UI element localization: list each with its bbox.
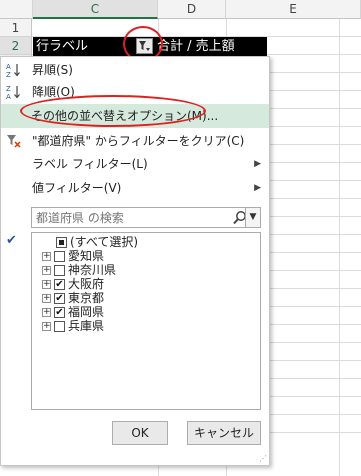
row-header[interactable]: 1	[0, 19, 32, 37]
submenu-arrow-icon: ▶	[254, 183, 261, 193]
list-item[interactable]: + 愛知県	[32, 249, 260, 264]
checkbox[interactable]	[54, 265, 65, 276]
list-item[interactable]: + ✔ 大阪府	[32, 277, 260, 292]
sum-sales-header-cell[interactable]: 合計 / 売上額	[155, 37, 267, 56]
sort-ascending-item[interactable]: AZ 昇順(S)	[1, 59, 269, 81]
filter-value-list: (すべて選択) + 愛知県 + 神奈川県 + ✔ 大阪府 + ✔ 東京都 + ✔ 福岡県 + 兵庫県	[31, 232, 261, 410]
select-all-corner[interactable]	[0, 0, 33, 19]
expand-icon[interactable]: +	[42, 266, 51, 275]
expand-icon[interactable]: +	[42, 308, 51, 317]
clear-filter-label: "都道府県" からフィルターをクリア(C)	[32, 134, 245, 148]
checkbox[interactable]	[54, 251, 65, 262]
list-item-label: 大阪府	[68, 277, 105, 291]
label-filter-item[interactable]: ラベル フィルター(L) ▶	[1, 153, 269, 175]
clear-filter-item[interactable]: "都道府県" からフィルターをクリア(C)	[1, 130, 269, 152]
checkbox[interactable]: ✔	[54, 279, 65, 290]
list-item[interactable]: + ✔ 東京都	[32, 291, 260, 306]
search-box: ▼	[31, 207, 261, 228]
list-item-label: 神奈川県	[68, 263, 117, 277]
checkbox[interactable]: ✔	[54, 307, 65, 318]
sort-a-to-z-icon: AZ	[6, 62, 22, 79]
list-item[interactable]: + 神奈川県	[32, 263, 260, 278]
svg-text:A: A	[6, 93, 11, 100]
list-item-label: 愛知県	[68, 249, 105, 263]
svg-text:A: A	[6, 63, 11, 71]
submenu-arrow-icon: ▶	[254, 159, 261, 169]
row-label-header-text: 行ラベル	[36, 39, 89, 54]
expand-icon[interactable]: +	[42, 322, 51, 331]
sort-ascending-label: 昇順(S)	[32, 63, 73, 77]
expand-icon[interactable]: +	[42, 252, 51, 261]
column-header-e[interactable]: E	[226, 0, 361, 19]
label-filter-label: ラベル フィルター(L)	[32, 157, 148, 171]
checkmark-icon: ✔	[6, 233, 17, 248]
svg-text:Z: Z	[6, 85, 11, 93]
column-header-c[interactable]: C	[33, 0, 158, 19]
list-item[interactable]: (すべて選択)	[32, 235, 260, 250]
list-item[interactable]: + 兵庫県	[32, 319, 260, 334]
checkbox[interactable]: ✔	[54, 293, 65, 304]
list-item-label: 東京都	[68, 291, 105, 305]
checkbox[interactable]	[54, 321, 65, 332]
sort-z-to-a-icon: ZA	[6, 84, 22, 101]
expand-icon[interactable]: +	[42, 294, 51, 303]
checkbox[interactable]	[56, 237, 67, 248]
list-item-label: 兵庫県	[68, 319, 105, 333]
resize-grip-icon[interactable]: ⋰	[259, 455, 267, 463]
row-header[interactable]: 2	[0, 37, 32, 55]
annotation-circle-more-sort-options	[20, 95, 206, 127]
gridline	[339, 19, 340, 476]
search-input[interactable]	[34, 209, 230, 226]
column-header-d[interactable]: D	[158, 0, 226, 19]
sum-sales-header-text: 合計 / 売上額	[157, 39, 235, 54]
list-item[interactable]: + ✔ 福岡県	[32, 305, 260, 320]
value-filter-label: 値フィルター(V)	[32, 181, 122, 195]
chevron-down-icon[interactable]: ▼	[245, 208, 260, 227]
clear-filter-icon	[6, 133, 22, 149]
value-filter-item[interactable]: 値フィルター(V) ▶	[1, 177, 269, 199]
ok-button[interactable]: OK	[112, 421, 168, 445]
cancel-button[interactable]: キャンセル	[187, 421, 261, 445]
expand-icon[interactable]: +	[42, 280, 51, 289]
list-item-label: (すべて選択)	[70, 235, 139, 249]
list-item-label: 福岡県	[68, 305, 105, 319]
svg-text:Z: Z	[6, 71, 11, 78]
